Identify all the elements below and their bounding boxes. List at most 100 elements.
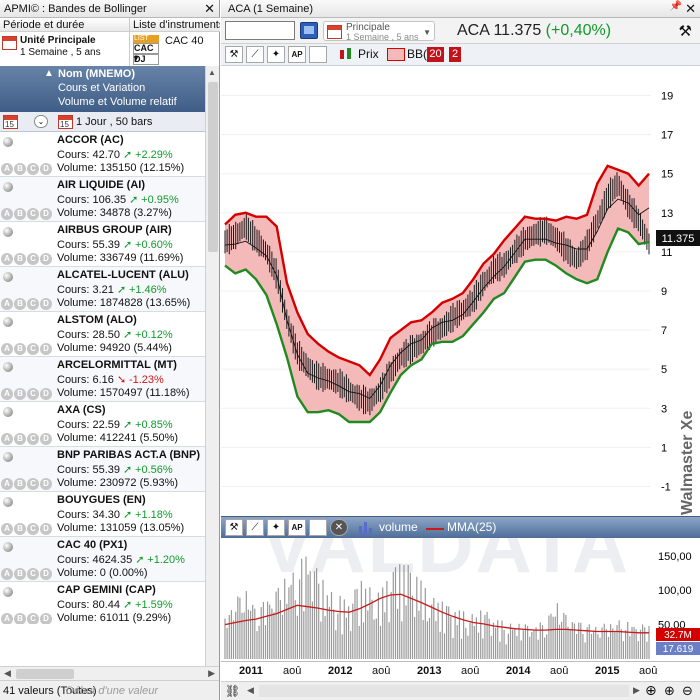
abcd-badge[interactable]: A — [1, 298, 13, 310]
abcd-badge[interactable]: C — [27, 613, 39, 624]
checkbox-icon[interactable] — [309, 46, 327, 63]
list-item[interactable]: A B C D ALSTOM (ALO) Cours: 28.50 ➚ +0.12% Volu… — [0, 312, 205, 357]
abcd-badge[interactable]: D — [40, 523, 52, 535]
crosshair-icon[interactable]: ⊕ — [645, 682, 657, 699]
abcd-badge[interactable]: C — [27, 208, 39, 220]
book-icon[interactable] — [300, 22, 318, 39]
close-icon[interactable]: ✕ — [330, 519, 348, 536]
bollinger-deviation[interactable]: 2 — [449, 47, 461, 62]
abcd-badge[interactable]: B — [14, 568, 26, 580]
list-item[interactable]: A B C D CAC 40 (PX1) Cours: 4624.35 ➚ +1.20% Vo… — [0, 537, 205, 582]
zoom-out-icon[interactable]: ⊖ — [682, 683, 693, 699]
volume-legend[interactable]: volume — [379, 520, 418, 534]
abcd-badge[interactable]: C — [27, 298, 39, 310]
search-input[interactable]: Début d'une valeur — [66, 685, 158, 697]
pin-icon[interactable]: 📌 — [670, 1, 682, 12]
abcd-badge[interactable]: C — [27, 343, 39, 355]
abcd-badge[interactable]: D — [40, 163, 52, 175]
abcd-badge[interactable]: C — [27, 478, 39, 490]
bollinger-period[interactable]: 20 — [427, 47, 444, 62]
abcd-badge[interactable]: C — [27, 523, 39, 535]
hammer-icon[interactable]: ⚒ — [225, 46, 243, 63]
chart-scrollbar[interactable]: ⛓ ◀ ▶ ⊕ ⊕ ⊖ — [221, 681, 700, 700]
abcd-badge[interactable]: A — [1, 253, 13, 265]
abcd-badge[interactable]: B — [14, 163, 26, 175]
scroll-left-icon[interactable]: ◀ — [4, 668, 11, 679]
abcd-badge[interactable]: D — [40, 208, 52, 220]
tab-period[interactable]: Période et durée Unité Principale 1 Sema… — [0, 18, 130, 66]
abcd-badge[interactable]: C — [27, 433, 39, 445]
price-series-label[interactable]: Prix — [358, 47, 379, 61]
abcd-badge[interactable]: D — [40, 298, 52, 310]
abcd-badge[interactable]: B — [14, 298, 26, 310]
abcd-badge[interactable]: C — [27, 388, 39, 400]
magic-wand-icon[interactable]: ✦ — [267, 519, 285, 536]
list-item[interactable]: A B C D BOUYGUES (EN) Cours: 34.30 ➚ +1.18% Vol… — [0, 492, 205, 537]
scroll-up-icon[interactable]: ▲ — [208, 68, 216, 77]
list-item[interactable]: A B C D AIR LIQUIDE (AI) Cours: 106.35 ➚ +0.95… — [0, 177, 205, 222]
abcd-badge[interactable]: B — [14, 208, 26, 220]
list-item[interactable]: A B C D ALCATEL-LUCENT (ALU) Cours: 3.21 ➚ +1.… — [0, 267, 205, 312]
abcd-badge[interactable]: A — [1, 343, 13, 355]
abcd-badge[interactable]: B — [14, 253, 26, 265]
abcd-badge[interactable]: B — [14, 613, 26, 624]
scroll-track[interactable] — [259, 685, 629, 697]
symbol-input[interactable] — [225, 21, 295, 40]
abcd-badge[interactable]: A — [1, 163, 13, 175]
vertical-scrollbar[interactable]: ▲ — [205, 66, 219, 666]
link-icon[interactable]: ⛓ — [225, 684, 240, 698]
volume-chart[interactable]: 150,00100,0050,00 32.7M 17.619 — [221, 538, 700, 661]
abcd-badge[interactable]: A — [1, 388, 13, 400]
period-dropdown-button[interactable]: ⌄ — [34, 115, 48, 128]
list-item[interactable]: A B C D AXA (CS) Cours: 22.59 ➚ +0.85% Volume: … — [0, 402, 205, 447]
list-item[interactable]: A B C D ARCELORMITTAL (MT) Cours: 6.16 ➘ -1.23… — [0, 357, 205, 402]
abcd-badge[interactable]: B — [14, 343, 26, 355]
horizontal-scrollbar[interactable]: ◀ ▶ — [0, 666, 219, 680]
abcd-badge[interactable]: D — [40, 343, 52, 355]
abcd-badge[interactable]: D — [40, 433, 52, 445]
scroll-left-icon[interactable]: ◀ — [247, 685, 254, 696]
bollinger-label[interactable]: BB( — [407, 47, 427, 61]
chevron-down-icon[interactable]: ▼ — [132, 54, 140, 63]
ap-icon[interactable]: AP — [288, 46, 306, 63]
abcd-badge[interactable]: A — [1, 613, 13, 624]
tab-instrument-list[interactable]: Liste d'instruments LIST CAC DJ CAC 40 ▼ — [130, 18, 220, 66]
price-chart[interactable]: 19 17 15 13 11 9 7 5 3 1 -1 11.375 — [221, 66, 700, 516]
abcd-badge[interactable]: D — [40, 568, 52, 580]
chart-line-icon[interactable]: ⟋ — [246, 46, 264, 63]
abcd-badge[interactable]: A — [1, 568, 13, 580]
close-icon[interactable]: ✕ — [685, 1, 696, 17]
abcd-badge[interactable]: A — [1, 478, 13, 490]
scrollbar-thumb[interactable] — [208, 82, 218, 252]
abcd-badge[interactable]: B — [14, 388, 26, 400]
hammer-icon[interactable]: ⚒ — [225, 519, 243, 536]
list-item[interactable]: A B C D CAP GEMINI (CAP) Cours: 80.44 ➚ +1.59%… — [0, 582, 205, 624]
abcd-badge[interactable]: B — [14, 433, 26, 445]
abcd-badge[interactable]: C — [27, 253, 39, 265]
mma-legend[interactable]: MMA(25) — [447, 520, 496, 534]
magic-wand-icon[interactable]: ✦ — [267, 46, 285, 63]
scroll-right-icon[interactable]: ▶ — [208, 668, 215, 679]
abcd-badge[interactable]: B — [14, 478, 26, 490]
chevron-down-icon[interactable]: ▼ — [423, 28, 431, 37]
abcd-badge[interactable]: C — [27, 163, 39, 175]
scrollbar-thumb[interactable] — [16, 669, 74, 679]
chart-line-icon[interactable]: ⟋ — [246, 519, 264, 536]
calendar-icon[interactable]: 15 — [3, 115, 18, 129]
candle-icon[interactable] — [339, 47, 353, 62]
abcd-badge[interactable]: A — [1, 433, 13, 445]
abcd-badge[interactable]: A — [1, 523, 13, 535]
list-column-header[interactable]: ▲ Nom (MNEMO) Cours et Variation Volume … — [0, 66, 205, 112]
ap-icon[interactable]: AP — [288, 519, 306, 536]
scroll-right-icon[interactable]: ▶ — [633, 685, 640, 696]
sort-arrow-icon[interactable]: ▲ — [44, 68, 54, 79]
abcd-badge[interactable]: B — [14, 523, 26, 535]
period-selector[interactable]: Principale 1 Semaine , 5 ans ▼ — [323, 21, 435, 42]
abcd-badge[interactable]: D — [40, 388, 52, 400]
abcd-badge[interactable]: A — [1, 208, 13, 220]
list-item[interactable]: A B C D BNP PARIBAS ACT.A (BNP) Cours: 55.39 … — [0, 447, 205, 492]
list-item[interactable]: A B C D ACCOR (AC) Cours: 42.70 ➚ +2.29% Volume… — [0, 132, 205, 177]
volume-bars-icon[interactable] — [358, 520, 374, 535]
abcd-badge[interactable]: C — [27, 568, 39, 580]
hammer-icon[interactable]: ⚒ — [679, 22, 692, 40]
